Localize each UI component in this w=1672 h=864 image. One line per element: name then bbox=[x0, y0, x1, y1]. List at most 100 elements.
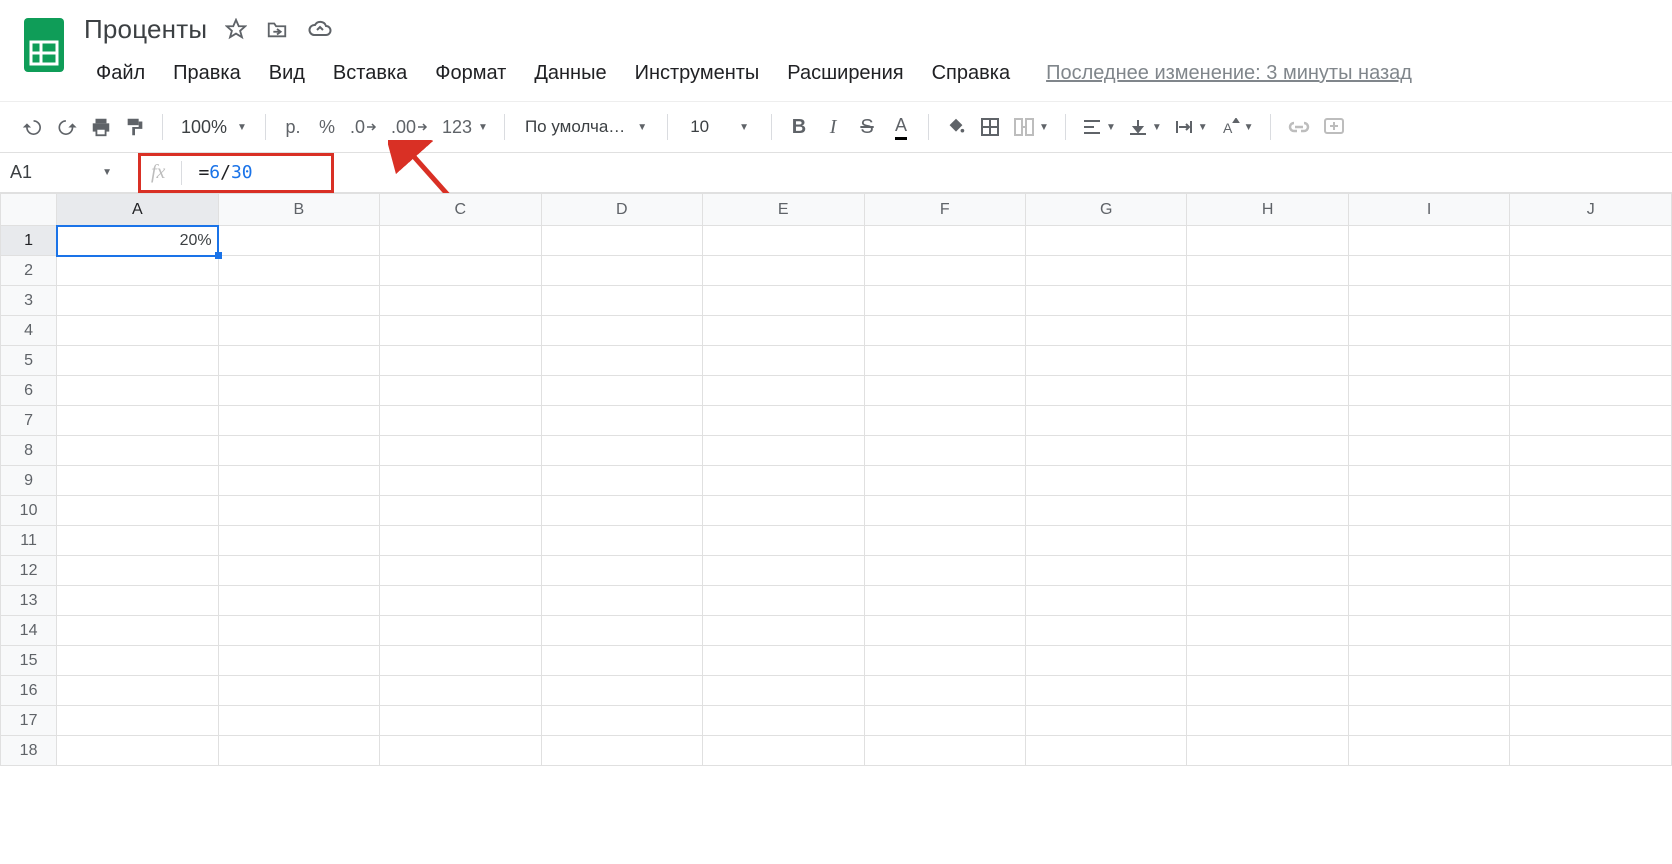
cell-A8[interactable] bbox=[57, 436, 218, 466]
cell-D17[interactable] bbox=[541, 706, 702, 736]
cell-C7[interactable] bbox=[380, 406, 541, 436]
cell-E14[interactable] bbox=[703, 616, 864, 646]
cell-I18[interactable] bbox=[1348, 736, 1509, 766]
cell-J7[interactable] bbox=[1510, 406, 1672, 436]
menu-help[interactable]: Справка bbox=[920, 56, 1022, 91]
cell-A10[interactable] bbox=[57, 496, 218, 526]
undo-button[interactable] bbox=[18, 110, 48, 144]
cell-J3[interactable] bbox=[1510, 286, 1672, 316]
cell-I6[interactable] bbox=[1348, 376, 1509, 406]
cell-G8[interactable] bbox=[1025, 436, 1186, 466]
menu-format[interactable]: Формат bbox=[423, 56, 518, 91]
cell-E13[interactable] bbox=[703, 586, 864, 616]
cell-B4[interactable] bbox=[218, 316, 379, 346]
cell-G7[interactable] bbox=[1025, 406, 1186, 436]
cell-F14[interactable] bbox=[864, 616, 1025, 646]
cell-B11[interactable] bbox=[218, 526, 379, 556]
cell-F11[interactable] bbox=[864, 526, 1025, 556]
cell-E1[interactable] bbox=[703, 226, 864, 256]
cell-F2[interactable] bbox=[864, 256, 1025, 286]
cell-C3[interactable] bbox=[380, 286, 541, 316]
cell-B1[interactable] bbox=[218, 226, 379, 256]
cell-E18[interactable] bbox=[703, 736, 864, 766]
format-currency-button[interactable]: р. bbox=[278, 110, 308, 144]
cell-I4[interactable] bbox=[1348, 316, 1509, 346]
cell-F9[interactable] bbox=[864, 466, 1025, 496]
cell-H13[interactable] bbox=[1187, 586, 1348, 616]
cell-F7[interactable] bbox=[864, 406, 1025, 436]
cell-H6[interactable] bbox=[1187, 376, 1348, 406]
col-header-D[interactable]: D bbox=[541, 194, 702, 226]
menu-extensions[interactable]: Расширения bbox=[775, 56, 915, 91]
cell-E12[interactable] bbox=[703, 556, 864, 586]
cell-G12[interactable] bbox=[1025, 556, 1186, 586]
cell-J9[interactable] bbox=[1510, 466, 1672, 496]
cell-A1[interactable]: 20% bbox=[57, 226, 218, 256]
more-formats-button[interactable]: 123▼ bbox=[438, 110, 492, 144]
row-header-13[interactable]: 13 bbox=[1, 586, 57, 616]
cell-F18[interactable] bbox=[864, 736, 1025, 766]
cell-C14[interactable] bbox=[380, 616, 541, 646]
cell-H1[interactable] bbox=[1187, 226, 1348, 256]
cell-D3[interactable] bbox=[541, 286, 702, 316]
fill-color-button[interactable] bbox=[941, 110, 971, 144]
cloud-icon[interactable] bbox=[307, 18, 333, 40]
col-header-I[interactable]: I bbox=[1348, 194, 1509, 226]
cell-F1[interactable] bbox=[864, 226, 1025, 256]
cell-B13[interactable] bbox=[218, 586, 379, 616]
redo-button[interactable] bbox=[52, 110, 82, 144]
cell-D13[interactable] bbox=[541, 586, 702, 616]
menu-file[interactable]: Файл bbox=[84, 56, 157, 91]
cell-I11[interactable] bbox=[1348, 526, 1509, 556]
menu-insert[interactable]: Вставка bbox=[321, 56, 419, 91]
cell-B17[interactable] bbox=[218, 706, 379, 736]
cell-D16[interactable] bbox=[541, 676, 702, 706]
cell-D12[interactable] bbox=[541, 556, 702, 586]
cell-J17[interactable] bbox=[1510, 706, 1672, 736]
cell-H7[interactable] bbox=[1187, 406, 1348, 436]
cell-B5[interactable] bbox=[218, 346, 379, 376]
cell-D18[interactable] bbox=[541, 736, 702, 766]
row-header-1[interactable]: 1 bbox=[1, 226, 57, 256]
cell-C2[interactable] bbox=[380, 256, 541, 286]
cell-A6[interactable] bbox=[57, 376, 218, 406]
cell-B10[interactable] bbox=[218, 496, 379, 526]
zoom-dropdown[interactable]: 100%▼ bbox=[175, 110, 253, 144]
cell-G14[interactable] bbox=[1025, 616, 1186, 646]
cell-C13[interactable] bbox=[380, 586, 541, 616]
cell-B7[interactable] bbox=[218, 406, 379, 436]
cell-A11[interactable] bbox=[57, 526, 218, 556]
row-header-18[interactable]: 18 bbox=[1, 736, 57, 766]
cell-C17[interactable] bbox=[380, 706, 541, 736]
move-icon[interactable] bbox=[265, 18, 289, 40]
cell-G3[interactable] bbox=[1025, 286, 1186, 316]
col-header-H[interactable]: H bbox=[1187, 194, 1348, 226]
col-header-C[interactable]: C bbox=[380, 194, 541, 226]
cell-I3[interactable] bbox=[1348, 286, 1509, 316]
cell-C16[interactable] bbox=[380, 676, 541, 706]
cell-F12[interactable] bbox=[864, 556, 1025, 586]
cell-A13[interactable] bbox=[57, 586, 218, 616]
italic-button[interactable]: I bbox=[818, 110, 848, 144]
cell-H8[interactable] bbox=[1187, 436, 1348, 466]
cell-F3[interactable] bbox=[864, 286, 1025, 316]
cell-B15[interactable] bbox=[218, 646, 379, 676]
cell-G10[interactable] bbox=[1025, 496, 1186, 526]
cell-C9[interactable] bbox=[380, 466, 541, 496]
text-color-button[interactable]: A bbox=[886, 110, 916, 144]
col-header-E[interactable]: E bbox=[703, 194, 864, 226]
cell-F15[interactable] bbox=[864, 646, 1025, 676]
cell-H5[interactable] bbox=[1187, 346, 1348, 376]
document-title[interactable]: Проценты bbox=[84, 14, 207, 45]
increase-decimal-button[interactable]: .00 bbox=[387, 110, 434, 144]
menu-tools[interactable]: Инструменты bbox=[623, 56, 772, 91]
decrease-decimal-button[interactable]: .0 bbox=[346, 110, 383, 144]
cell-C11[interactable] bbox=[380, 526, 541, 556]
cell-I13[interactable] bbox=[1348, 586, 1509, 616]
cell-C4[interactable] bbox=[380, 316, 541, 346]
cell-J18[interactable] bbox=[1510, 736, 1672, 766]
row-header-10[interactable]: 10 bbox=[1, 496, 57, 526]
format-percent-button[interactable]: % bbox=[312, 110, 342, 144]
cell-F17[interactable] bbox=[864, 706, 1025, 736]
row-header-17[interactable]: 17 bbox=[1, 706, 57, 736]
